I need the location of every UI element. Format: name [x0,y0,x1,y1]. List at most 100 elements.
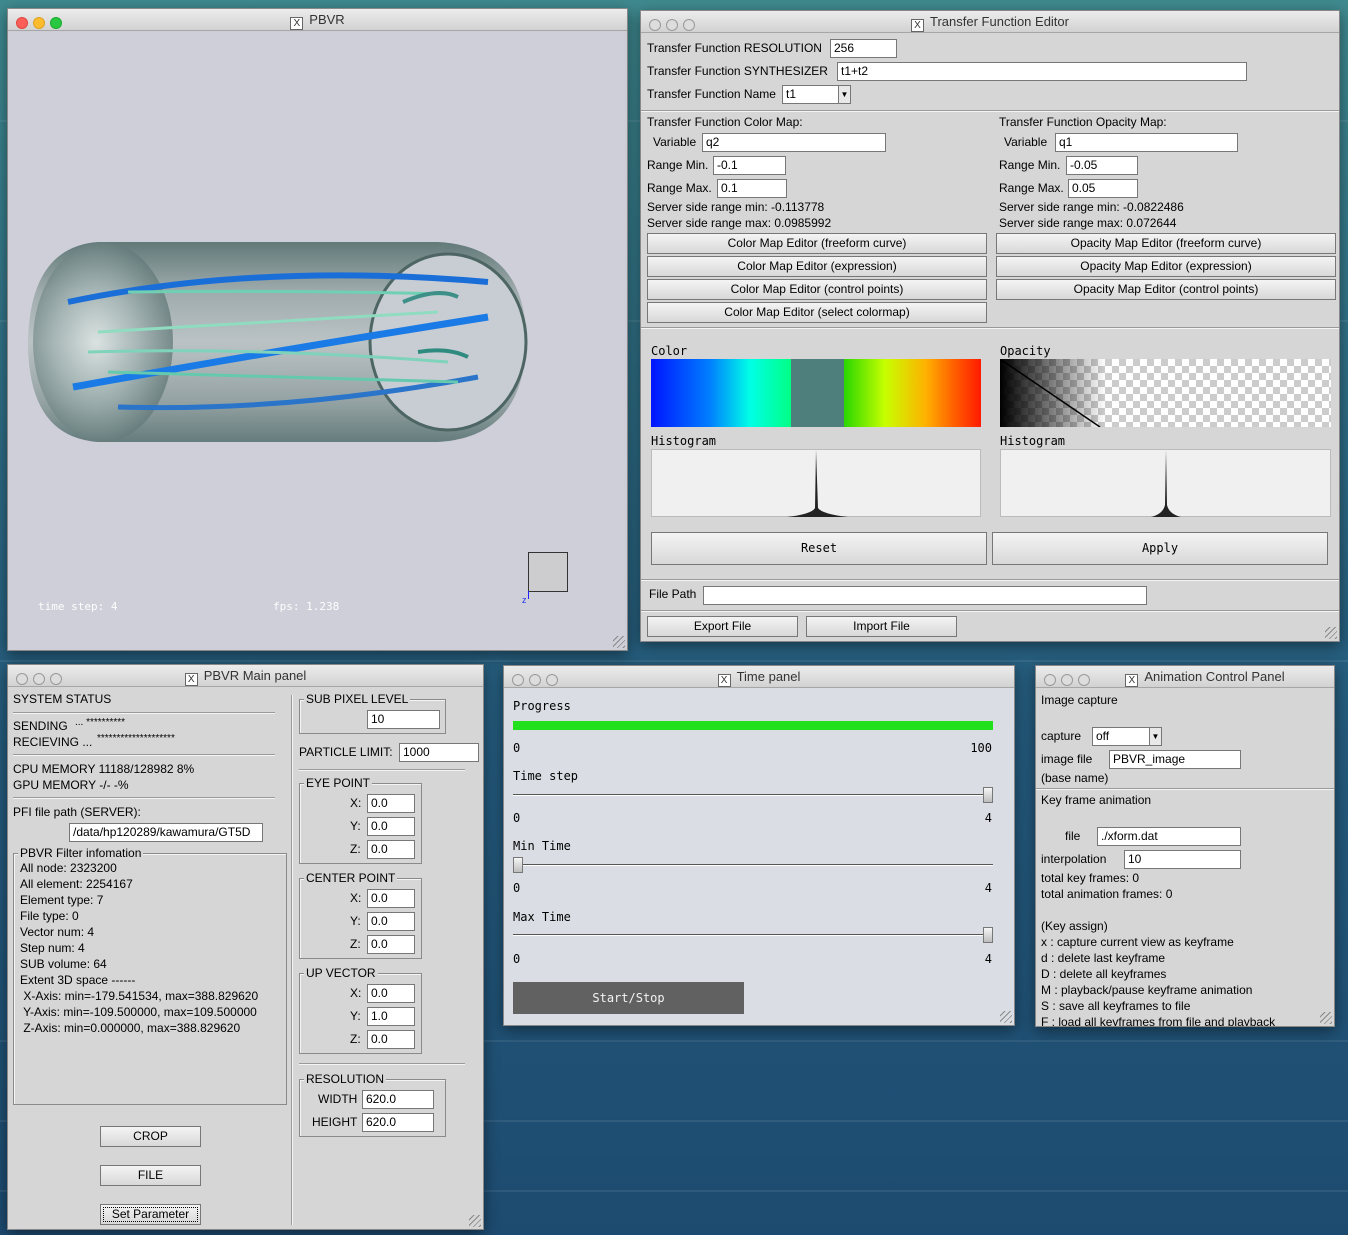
file-button[interactable]: FILE [100,1165,201,1186]
center-x-input[interactable]: 0.0 [367,889,415,908]
time-panel-titlebar[interactable]: X Time panel [504,666,1014,688]
color-select-colormap-button[interactable]: Color Map Editor (select colormap) [647,302,987,323]
up-x-input[interactable]: 0.0 [367,984,415,1003]
time-step-track[interactable] [513,794,993,796]
apply-button[interactable]: Apply [992,532,1328,565]
particle-limit-input[interactable]: 1000 [399,743,479,762]
minimize-icon[interactable] [1061,674,1073,686]
image-file-input[interactable]: PBVR_image [1109,750,1241,769]
resize-handle[interactable] [1325,627,1337,639]
filter-line: Element type: 7 [20,893,104,907]
opacity-variable-input[interactable]: q1 [1055,133,1238,152]
zoom-icon[interactable] [50,17,62,29]
resize-handle[interactable] [613,636,625,648]
color-map-preview[interactable] [651,359,981,427]
resolution-input[interactable]: 256 [830,39,897,58]
center-y-label: Y: [350,914,361,928]
opacity-range-max-input[interactable]: 0.05 [1068,179,1138,198]
center-y-input[interactable]: 0.0 [367,912,415,931]
sub-pixel-input[interactable]: 10 [367,710,440,729]
zoom-icon[interactable] [546,674,558,686]
import-file-button[interactable]: Import File [806,616,957,637]
color-control-points-button[interactable]: Color Map Editor (control points) [647,279,987,300]
render-canvas[interactable]: time step: 4 fps: 1.238 z [8,32,627,650]
time-step-min: 0 [513,811,521,825]
opacity-freeform-button[interactable]: Opacity Map Editor (freeform curve) [996,233,1336,254]
kf-file-input[interactable]: ./xform.dat [1097,827,1241,846]
chevron-down-icon[interactable]: ▼ [838,86,850,103]
start-stop-button[interactable]: Start/Stop [513,982,744,1014]
animation-panel-titlebar[interactable]: X Animation Control Panel [1036,666,1334,688]
set-parameter-button[interactable]: Set Parameter [100,1204,201,1225]
eye-z-input[interactable]: 0.0 [367,840,415,859]
close-icon[interactable] [16,673,28,685]
up-y-input[interactable]: 1.0 [367,1007,415,1026]
height-input[interactable]: 620.0 [362,1113,434,1132]
opacity-histogram-plot [1151,450,1181,517]
resize-handle[interactable] [469,1215,481,1227]
min-time-thumb[interactable] [513,857,523,873]
center-x-label: X: [350,891,362,905]
color-range-min-input[interactable]: -0.1 [713,156,786,175]
pfi-path-input[interactable]: /data/hp120289/kawamura/GT5D [69,823,263,842]
up-z-input[interactable]: 0.0 [367,1030,415,1049]
chevron-down-icon[interactable]: ▼ [1149,728,1161,745]
color-variable-label: Variable [653,135,697,149]
capture-select[interactable]: off ▼ [1092,727,1162,746]
color-expression-button[interactable]: Color Map Editor (expression) [647,256,987,277]
export-file-button[interactable]: Export File [647,616,798,637]
close-icon[interactable] [649,19,661,31]
file-path-input[interactable] [703,586,1147,605]
main-panel-titlebar[interactable]: X PBVR Main panel [8,665,483,687]
eye-x-input[interactable]: 0.0 [367,794,415,813]
time-step-thumb[interactable] [983,787,993,803]
window-title: PBVR Main panel [203,668,307,683]
up-x-label: X: [350,986,362,1000]
close-icon[interactable] [512,674,524,686]
capture-value: off [1096,729,1110,743]
eye-y-input[interactable]: 0.0 [367,817,415,836]
opacity-range-min-input[interactable]: -0.05 [1066,156,1138,175]
center-z-input[interactable]: 0.0 [367,935,415,954]
minimize-icon[interactable] [33,17,45,29]
pbvr-titlebar[interactable]: X PBVR [8,9,627,31]
resize-handle[interactable] [1320,1012,1332,1024]
window-title: Time panel [736,669,801,684]
opacity-control-points-button[interactable]: Opacity Map Editor (control points) [996,279,1336,300]
close-icon[interactable] [16,17,28,29]
close-icon[interactable] [1044,674,1056,686]
up-vector-label: UP VECTOR [304,966,378,980]
reset-button[interactable]: Reset [651,532,987,565]
zoom-icon[interactable] [683,19,695,31]
filter-line: Z-Axis: min=0.000000, max=388.829620 [20,1021,241,1035]
interpolation-input[interactable]: 10 [1124,850,1241,869]
width-input[interactable]: 620.0 [362,1090,434,1109]
zoom-icon[interactable] [50,673,62,685]
sending-label: SENDING [13,719,68,733]
filter-info-title: PBVR Filter infomation [18,846,144,860]
key-line: S : save all keyframes to file [1041,999,1191,1013]
divider [641,579,1339,581]
time-step-readout: time step: 4 [38,600,118,613]
opacity-map-preview[interactable] [1000,359,1331,427]
opacity-variable-label: Variable [1004,135,1048,149]
opacity-expression-button[interactable]: Opacity Map Editor (expression) [996,256,1336,277]
max-time-thumb[interactable] [983,927,993,943]
tf-editor-titlebar[interactable]: X Transfer Function Editor [641,11,1339,33]
min-time-track[interactable] [513,864,993,866]
divider [13,797,275,799]
color-variable-input[interactable]: q2 [702,133,886,152]
crop-button[interactable]: CROP [100,1126,201,1147]
resize-handle[interactable] [1000,1011,1012,1023]
minimize-icon[interactable] [666,19,678,31]
color-freeform-button[interactable]: Color Map Editor (freeform curve) [647,233,987,254]
min-time-min: 0 [513,881,521,895]
max-time-track[interactable] [513,934,993,936]
zoom-icon[interactable] [1078,674,1090,686]
center-z-label: Z: [350,937,361,951]
color-range-max-input[interactable]: 0.1 [717,179,787,198]
minimize-icon[interactable] [33,673,45,685]
synthesizer-input[interactable]: t1+t2 [837,62,1247,81]
minimize-icon[interactable] [529,674,541,686]
tf-name-select[interactable]: t1 ▼ [782,85,851,104]
